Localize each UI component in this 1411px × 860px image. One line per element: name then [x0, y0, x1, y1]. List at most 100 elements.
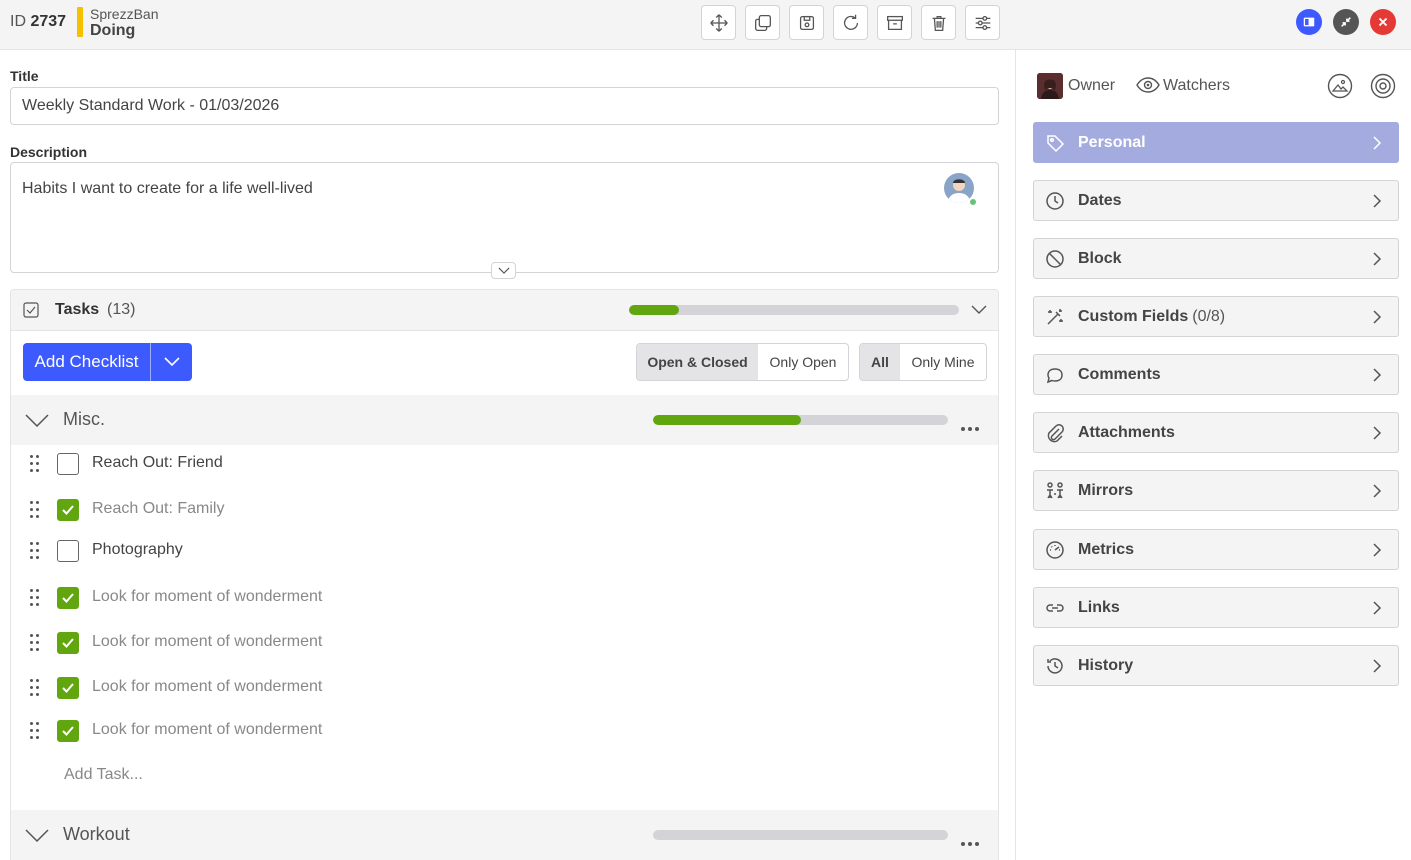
filter-only-mine[interactable]: Only Mine: [900, 344, 986, 380]
close-button[interactable]: [1370, 9, 1396, 35]
sidebar-item-custom-fields[interactable]: Custom Fields (0/8): [1033, 296, 1399, 337]
filter-open-closed[interactable]: Open & Closed: [637, 344, 758, 380]
task-checkbox[interactable]: [57, 587, 79, 609]
chevron-down-icon[interactable]: [971, 305, 987, 315]
add-checklist-dropdown[interactable]: [151, 343, 192, 381]
gauge-icon: [1045, 540, 1065, 560]
task-checkbox[interactable]: [57, 677, 79, 699]
chevron-right-icon: [1373, 310, 1382, 324]
description-text: Habits I want to create for a life well-…: [22, 180, 313, 197]
task-checkbox[interactable]: [57, 453, 79, 475]
list-item[interactable]: Reach Out: Family: [11, 492, 998, 528]
drag-handle-icon[interactable]: [30, 679, 40, 697]
image-icon[interactable]: [1327, 73, 1353, 99]
chevron-down-icon: [163, 357, 180, 367]
archive-icon: [886, 15, 903, 30]
save-icon: [799, 15, 814, 30]
filter-all[interactable]: All: [860, 344, 900, 380]
list-item[interactable]: Look for moment of wonderment: [11, 670, 998, 706]
description-editor[interactable]: Habits I want to create for a life well-…: [10, 162, 999, 273]
add-task-input[interactable]: Add Task...: [64, 766, 143, 784]
refresh-button[interactable]: [833, 5, 868, 40]
chevron-right-icon: [1373, 426, 1382, 440]
sidebar-item-label: Comments: [1078, 366, 1161, 383]
task-text[interactable]: Reach Out: Family: [92, 500, 224, 518]
check-icon: [62, 505, 74, 515]
sidebar-item-history[interactable]: History: [1033, 645, 1399, 686]
list-name[interactable]: Doing: [90, 22, 135, 40]
drag-handle-icon[interactable]: [30, 589, 40, 607]
task-text[interactable]: Look for moment of wonderment: [92, 633, 322, 651]
card-header: ID 2737 SprezzBan Doing: [0, 0, 1411, 50]
task-text[interactable]: Look for moment of wonderment: [92, 721, 322, 739]
chevron-down-icon[interactable]: [25, 829, 49, 842]
sidebar-item-block[interactable]: Block: [1033, 238, 1399, 279]
sidebar-item-label: Personal: [1078, 134, 1146, 151]
status-filter: Open & Closed Only Open: [636, 343, 849, 381]
copy-icon: [754, 14, 771, 31]
add-checklist-label[interactable]: Add Checklist: [23, 343, 151, 381]
sidebar-item-personal[interactable]: Personal: [1033, 122, 1399, 163]
owner-avatar[interactable]: [1037, 73, 1063, 99]
sidebar-toggle-button[interactable]: [1296, 9, 1322, 35]
drag-handle-icon[interactable]: [30, 542, 40, 560]
drag-handle-icon[interactable]: [30, 722, 40, 740]
task-checkbox[interactable]: [57, 632, 79, 654]
drag-handle-icon[interactable]: [30, 455, 40, 473]
board-name[interactable]: SprezzBan: [90, 6, 158, 22]
task-checkbox[interactable]: [57, 720, 79, 742]
drag-handle-icon[interactable]: [30, 501, 40, 519]
title-input[interactable]: [10, 87, 999, 125]
tasks-title: Tasks: [55, 301, 100, 318]
expand-description-button[interactable]: [491, 262, 516, 279]
collapse-arrows-icon: [1341, 17, 1351, 27]
list-item[interactable]: Look for moment of wonderment: [11, 625, 998, 661]
task-checkbox[interactable]: [57, 499, 79, 521]
check-icon: [62, 726, 74, 736]
copy-button[interactable]: [745, 5, 780, 40]
minimize-button[interactable]: [1333, 9, 1359, 35]
chevron-right-icon: [1373, 368, 1382, 382]
add-checklist-button[interactable]: Add Checklist: [23, 343, 192, 381]
sidebar-item-links[interactable]: Links: [1033, 587, 1399, 628]
task-checkbox[interactable]: [57, 540, 79, 562]
task-text[interactable]: Look for moment of wonderment: [92, 678, 322, 696]
watchers-label[interactable]: Watchers: [1163, 77, 1230, 95]
title-label: Title: [10, 68, 39, 84]
sidebar-item-label: Custom Fields (0/8): [1078, 308, 1226, 325]
eye-icon[interactable]: [1136, 77, 1160, 93]
sidebar-item-attachments[interactable]: Attachments: [1033, 412, 1399, 453]
move-button[interactable]: [701, 5, 736, 40]
card-settings-button[interactable]: [965, 5, 1000, 40]
sidebar-item-comments[interactable]: Comments: [1033, 354, 1399, 395]
owner-label[interactable]: Owner: [1068, 77, 1115, 95]
sidebar-item-dates[interactable]: Dates: [1033, 180, 1399, 221]
tasks-header[interactable]: Tasks (13): [11, 290, 998, 331]
online-status-dot: [968, 197, 978, 207]
checklist-header-misc[interactable]: Misc.: [11, 395, 998, 445]
task-text[interactable]: Look for moment of wonderment: [92, 588, 322, 606]
checklist-progress-bar: [653, 415, 948, 425]
task-text[interactable]: Photography: [92, 541, 183, 559]
sidebar-item-metrics[interactable]: Metrics: [1033, 529, 1399, 570]
filter-only-open[interactable]: Only Open: [758, 344, 848, 380]
target-icon[interactable]: [1370, 73, 1396, 99]
more-options-icon[interactable]: [961, 833, 982, 851]
archive-button[interactable]: [877, 5, 912, 40]
list-item[interactable]: Look for moment of wonderment: [11, 713, 998, 749]
sidebar-item-mirrors[interactable]: Mirrors: [1033, 470, 1399, 511]
checklist-header-workout[interactable]: Workout: [11, 810, 998, 860]
checklist-name: Workout: [63, 824, 130, 844]
save-button[interactable]: [789, 5, 824, 40]
refresh-icon: [843, 14, 858, 30]
list-item[interactable]: Look for moment of wonderment: [11, 580, 998, 616]
chevron-down-icon[interactable]: [25, 414, 49, 427]
drag-handle-icon[interactable]: [30, 634, 40, 652]
task-text[interactable]: Reach Out: Friend: [92, 454, 223, 472]
tag-icon: [1045, 133, 1065, 153]
list-item[interactable]: Photography: [11, 533, 998, 569]
delete-button[interactable]: [921, 5, 956, 40]
sidebar-item-label: History: [1078, 657, 1134, 674]
more-options-icon[interactable]: [961, 418, 982, 436]
list-item[interactable]: Reach Out: Friend: [11, 446, 998, 482]
